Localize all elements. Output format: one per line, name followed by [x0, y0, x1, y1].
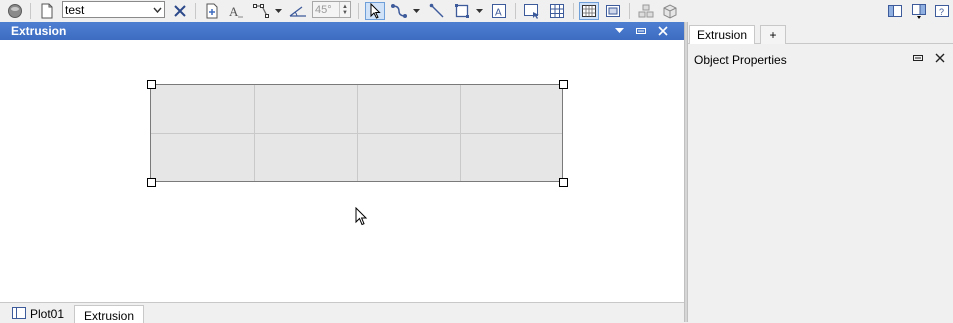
layout-dock-icon[interactable]: [909, 2, 929, 20]
help-icon[interactable]: ?: [933, 2, 951, 20]
new-document-icon[interactable]: [38, 2, 56, 20]
object-properties-title: Object Properties: [694, 53, 787, 67]
svg-text:A: A: [495, 8, 502, 19]
snap-grid-icon[interactable]: [579, 2, 599, 20]
line-tool-icon[interactable]: [427, 2, 447, 20]
chevron-down-icon: [150, 2, 164, 17]
extrusion-panel: Extrusion Plot01 Extrusion: [0, 22, 684, 323]
tab-label: +: [769, 28, 777, 42]
main-toolbar: test A 45° ▲ ▼ A ?: [0, 0, 953, 23]
tab-label: Plot01: [30, 307, 65, 321]
panel-header: Extrusion: [0, 22, 684, 40]
toolbar-separator: [358, 3, 359, 19]
selected-extrusion-shape[interactable]: [150, 84, 563, 182]
tab-extrusion-properties[interactable]: Extrusion: [689, 25, 755, 44]
tab-extrusion[interactable]: Extrusion: [74, 305, 144, 323]
toolbar-separator: [515, 3, 516, 19]
toolbar-separator: [195, 3, 196, 19]
node-path-icon[interactable]: [252, 2, 272, 20]
connector-icon[interactable]: [389, 2, 409, 20]
tab-plot01[interactable]: Plot01: [6, 305, 72, 323]
select-arrow-icon[interactable]: [365, 2, 385, 20]
shape-select-icon[interactable]: [522, 2, 542, 20]
grid-line: [151, 133, 562, 134]
text-box-icon[interactable]: A: [489, 2, 509, 20]
spin-arrows-icon[interactable]: ▲ ▼: [339, 2, 350, 17]
resize-handle-bottom-left[interactable]: [147, 178, 156, 187]
grid-icon[interactable]: [547, 2, 567, 20]
globe-icon[interactable]: [6, 2, 24, 20]
chevron-down-icon[interactable]: [474, 2, 484, 20]
line-angle-icon[interactable]: [289, 2, 307, 20]
snap-object-icon[interactable]: [603, 2, 623, 20]
text-style-icon[interactable]: A: [227, 2, 245, 20]
document-combo-value: test: [65, 2, 85, 17]
add-tab-button[interactable]: +: [760, 25, 786, 44]
resize-handle-top-left[interactable]: [147, 80, 156, 89]
export-icon[interactable]: [203, 2, 221, 20]
plot-icon: [12, 306, 26, 322]
right-tab-bar: Extrusion +: [688, 22, 953, 44]
tab-label: Extrusion: [696, 28, 748, 42]
resize-handle-top-right[interactable]: [559, 80, 568, 89]
svg-text:?: ?: [939, 7, 944, 17]
bottom-tab-bar: Plot01 Extrusion: [0, 302, 684, 323]
toolbar-separator: [30, 3, 31, 19]
drawing-canvas[interactable]: [0, 40, 684, 302]
cube-icon[interactable]: [660, 2, 680, 20]
mouse-cursor-icon: [355, 207, 368, 226]
tab-label: Extrusion: [83, 309, 135, 323]
toolbar-separator: [573, 3, 574, 19]
stack-icon[interactable]: [636, 2, 656, 20]
rectangle-tool-icon[interactable]: [452, 2, 472, 20]
panel-title: Extrusion: [11, 24, 67, 38]
layout-left-icon[interactable]: [885, 2, 905, 20]
minimize-icon[interactable]: [912, 52, 924, 64]
menu-down-icon[interactable]: [612, 24, 626, 38]
svg-text:A: A: [229, 4, 239, 19]
angle-spinbox[interactable]: 45° ▲ ▼: [312, 1, 351, 18]
resize-handle-bottom-right[interactable]: [559, 178, 568, 187]
close-icon[interactable]: [934, 52, 946, 64]
document-combo[interactable]: test: [62, 1, 165, 18]
close-x-icon[interactable]: [171, 2, 189, 20]
minimize-icon[interactable]: [634, 24, 648, 38]
angle-value: 45°: [315, 3, 332, 16]
chevron-down-icon[interactable]: [411, 2, 421, 20]
toolbar-separator: [629, 3, 630, 19]
right-panel: Extrusion + Object Properties: [688, 22, 953, 322]
chevron-down-icon[interactable]: [273, 2, 283, 20]
close-icon[interactable]: [656, 24, 670, 38]
